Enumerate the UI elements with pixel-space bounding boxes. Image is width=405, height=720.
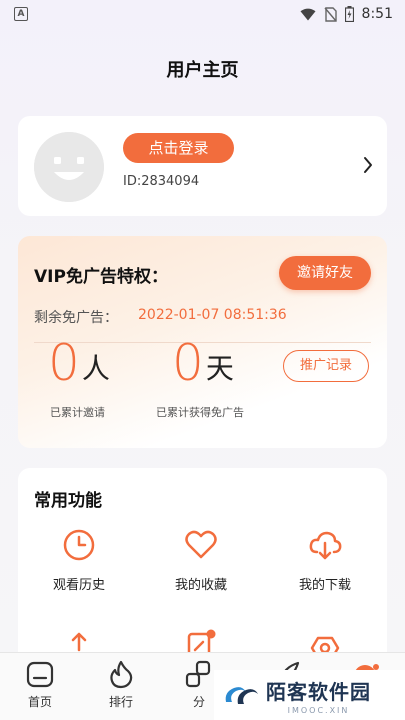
login-button[interactable]: 点击登录 (123, 133, 234, 163)
page-title: 用户主页 (166, 60, 239, 81)
watermark-subtitle: IMOOC.XIN (287, 705, 350, 715)
smiley-avatar-icon (34, 132, 104, 202)
watermark-title: 陌客软件园 (266, 679, 371, 704)
invited-unit: 人 (81, 352, 110, 385)
promotion-record-button[interactable]: 推广记录 (283, 350, 369, 382)
nav-ranking[interactable]: 排行 (86, 659, 156, 710)
status-right: 8:51 (300, 6, 393, 22)
status-bar: A 8:51 (0, 0, 405, 28)
days-stat: 0 天 (172, 336, 234, 390)
watermark-logo-icon (225, 687, 258, 704)
profile-card[interactable]: 点击登录 ID:2834094 (18, 116, 387, 216)
chevron-right-icon[interactable] (363, 156, 373, 178)
watch-history-item[interactable]: 观看历史 (34, 528, 124, 593)
home-icon (25, 659, 55, 689)
watermark-text: 陌客软件园 IMOOC.XIN (266, 676, 371, 715)
functions-title: 常用功能 (34, 491, 102, 511)
vip-title: VIP免广告特权： (34, 267, 168, 287)
clock-icon (62, 528, 96, 562)
heart-icon (184, 528, 218, 562)
status-time: 8:51 (361, 6, 393, 22)
remaining-label: 剩余免广告： (34, 310, 118, 326)
battery-icon (344, 6, 354, 22)
nav-ranking-label: 排行 (108, 695, 133, 709)
nav-home-label: 首页 (27, 695, 52, 709)
avatar[interactable] (34, 132, 104, 202)
notification-app-icon: A (14, 7, 28, 21)
watch-history-label: 观看历史 (52, 578, 105, 593)
cloud-download-icon (308, 528, 342, 562)
invited-count: 0 (48, 334, 80, 392)
wifi-icon (300, 8, 316, 20)
status-left: A (14, 7, 28, 21)
category-icon (184, 659, 214, 689)
user-id: ID:2834094 (123, 174, 200, 189)
downloads-item[interactable]: 我的下载 (280, 528, 370, 593)
favorites-item[interactable]: 我的收藏 (156, 528, 246, 593)
downloads-label: 我的下载 (298, 578, 351, 593)
days-unit: 天 (205, 352, 234, 385)
flame-icon (106, 659, 136, 689)
days-count: 0 (172, 334, 204, 392)
invited-caption: 已累计邀请 (50, 406, 105, 419)
vip-card: VIP免广告特权： 邀请好友 剩余免广告： 2022-01-07 08:51:3… (18, 236, 387, 448)
days-caption: 已累计获得免广告 (156, 406, 244, 419)
no-sim-icon (324, 6, 337, 22)
watermark: 陌客软件园 IMOOC.XIN (214, 670, 405, 720)
favorites-label: 我的收藏 (174, 578, 227, 593)
invite-friends-button[interactable]: 邀请好友 (279, 256, 371, 290)
invited-stat: 0 人 (48, 336, 110, 390)
remaining-value: 2022-01-07 08:51:36 (138, 307, 287, 323)
nav-home[interactable]: 首页 (5, 659, 75, 710)
